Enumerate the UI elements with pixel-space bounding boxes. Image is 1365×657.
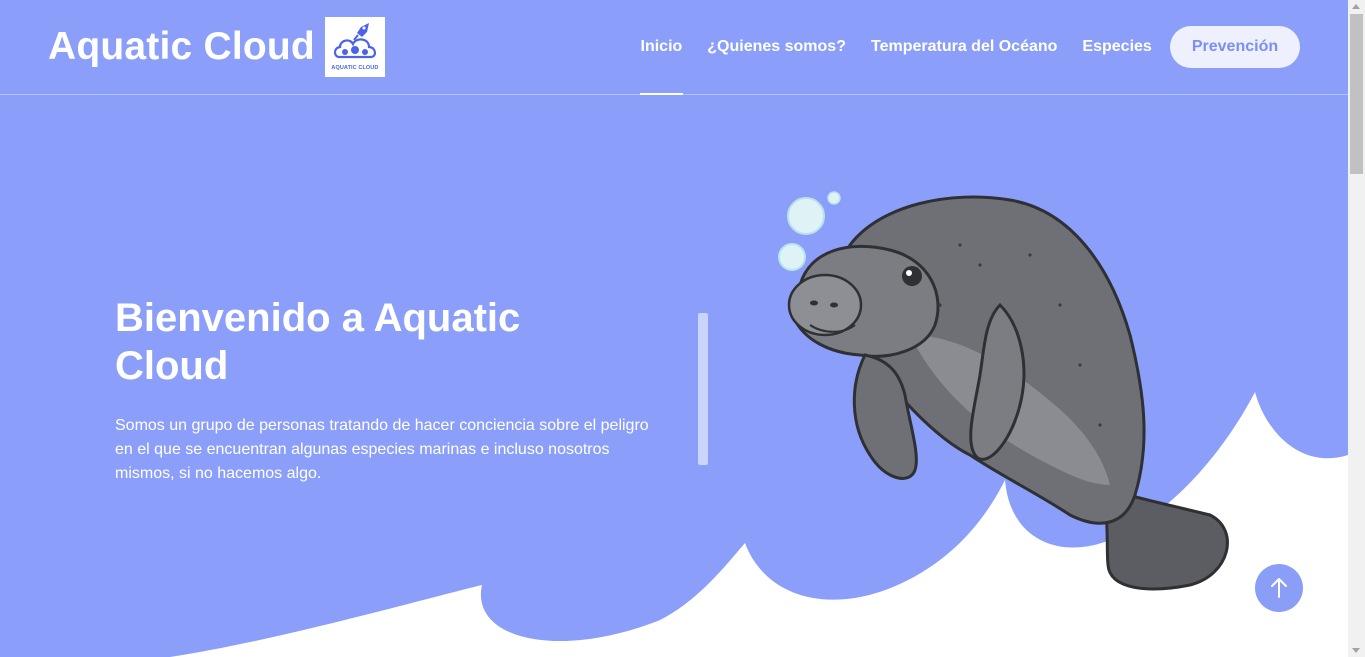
manatee-illustration bbox=[778, 191, 1229, 591]
nav-item-inicio[interactable]: Inicio bbox=[628, 0, 695, 95]
back-to-top-button[interactable] bbox=[1255, 564, 1303, 612]
page-scrollbar[interactable] bbox=[1348, 0, 1365, 657]
brand-link[interactable]: Aquatic Cloud AQUATIC CLOUD bbox=[48, 17, 385, 77]
scroll-thumb[interactable] bbox=[1350, 14, 1363, 174]
scroll-up-icon[interactable] bbox=[1352, 4, 1360, 9]
cloud-rocket-logo-icon: AQUATIC CLOUD bbox=[324, 17, 385, 77]
logo-caption: AQUATIC CLOUD bbox=[331, 65, 379, 71]
site-header: Aquatic Cloud AQUATIC CLOUD Inicio ¿Quie… bbox=[0, 0, 1348, 95]
prevencion-button[interactable]: Prevención bbox=[1170, 26, 1300, 68]
nav-item-especies[interactable]: Especies bbox=[1070, 0, 1164, 94]
hero-description: Somos un grupo de personas tratando de h… bbox=[115, 417, 649, 482]
arrow-up-icon bbox=[1271, 578, 1287, 598]
scroll-down-icon[interactable] bbox=[1352, 648, 1360, 653]
main-nav: Inicio ¿Quienes somos? Temperatura del O… bbox=[628, 0, 1164, 95]
brand-title: Aquatic Cloud bbox=[48, 25, 315, 68]
decorative-bar bbox=[698, 313, 708, 465]
hero-title: Bienvenido a Aquatic Cloud bbox=[115, 296, 521, 388]
nav-item-temperatura[interactable]: Temperatura del Océano bbox=[858, 0, 1069, 94]
nav-item-quienes-somos[interactable]: ¿Quienes somos? bbox=[695, 0, 859, 94]
page: Aquatic Cloud AQUATIC CLOUD Inicio ¿Quie… bbox=[0, 0, 1348, 657]
